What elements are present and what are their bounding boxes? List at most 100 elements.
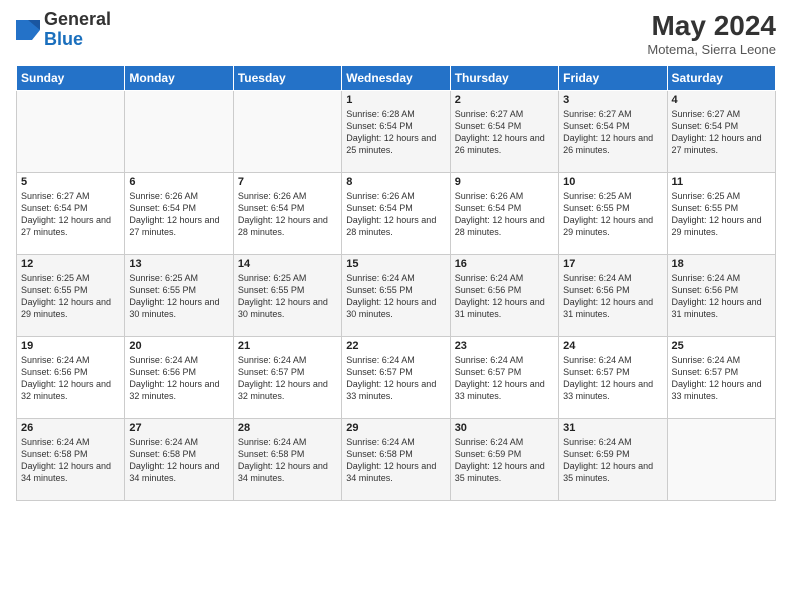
calendar: Sunday Monday Tuesday Wednesday Thursday… [16, 65, 776, 501]
calendar-cell-3-3: 22Sunrise: 6:24 AM Sunset: 6:57 PM Dayli… [342, 337, 450, 419]
day-info-18: Sunrise: 6:24 AM Sunset: 6:56 PM Dayligh… [672, 272, 771, 321]
day-info-6: Sunrise: 6:26 AM Sunset: 6:54 PM Dayligh… [129, 190, 228, 239]
page: General Blue May 2024 Motema, Sierra Leo… [0, 0, 792, 612]
calendar-cell-1-1: 6Sunrise: 6:26 AM Sunset: 6:54 PM Daylig… [125, 173, 233, 255]
day-info-3: Sunrise: 6:27 AM Sunset: 6:54 PM Dayligh… [563, 108, 662, 157]
header-saturday: Saturday [667, 66, 775, 91]
day-info-9: Sunrise: 6:26 AM Sunset: 6:54 PM Dayligh… [455, 190, 554, 239]
calendar-cell-3-2: 21Sunrise: 6:24 AM Sunset: 6:57 PM Dayli… [233, 337, 341, 419]
day-info-14: Sunrise: 6:25 AM Sunset: 6:55 PM Dayligh… [238, 272, 337, 321]
day-number-2: 2 [455, 94, 554, 106]
day-info-20: Sunrise: 6:24 AM Sunset: 6:56 PM Dayligh… [129, 354, 228, 403]
day-info-19: Sunrise: 6:24 AM Sunset: 6:56 PM Dayligh… [21, 354, 120, 403]
day-info-29: Sunrise: 6:24 AM Sunset: 6:58 PM Dayligh… [346, 436, 445, 485]
day-info-2: Sunrise: 6:27 AM Sunset: 6:54 PM Dayligh… [455, 108, 554, 157]
header-monday: Monday [125, 66, 233, 91]
day-number-8: 8 [346, 176, 445, 188]
calendar-cell-4-4: 30Sunrise: 6:24 AM Sunset: 6:59 PM Dayli… [450, 419, 558, 501]
day-number-14: 14 [238, 258, 337, 270]
header: General Blue May 2024 Motema, Sierra Leo… [16, 10, 776, 57]
calendar-cell-2-0: 12 Sunrise: 6:25 AM Sunset: 6:55 PM Dayli… [17, 255, 125, 337]
calendar-cell-1-3: 8 Sunrise: 6:26 AM Sunset: 6:54 PM Daylig… [342, 173, 450, 255]
calendar-body: 1 Sunrise: 6:28 AM Sunset: 6:54 PM Daylig… [17, 91, 776, 501]
logo-icon [16, 16, 40, 44]
calendar-cell-4-1: 27Sunrise: 6:24 AM Sunset: 6:58 PM Dayli… [125, 419, 233, 501]
calendar-cell-1-4: 9 Sunrise: 6:26 AM Sunset: 6:54 PM Daylig… [450, 173, 558, 255]
day-info-11: Sunrise: 6:25 AM Sunset: 6:55 PM Dayligh… [672, 190, 771, 239]
calendar-header: Sunday Monday Tuesday Wednesday Thursday… [17, 66, 776, 91]
day-number-10: 10 [563, 176, 662, 188]
calendar-cell-2-1: 13 Sunrise: 6:25 AM Sunset: 6:55 PM Dayli… [125, 255, 233, 337]
day-info-13: Sunrise: 6:25 AM Sunset: 6:55 PM Dayligh… [129, 272, 228, 321]
day-info-16: Sunrise: 6:24 AM Sunset: 6:56 PM Dayligh… [455, 272, 554, 321]
week-row-1: 5 Sunrise: 6:27 AM Sunset: 6:54 PM Daylig… [17, 173, 776, 255]
header-tuesday: Tuesday [233, 66, 341, 91]
day-info-30: Sunrise: 6:24 AM Sunset: 6:59 PM Dayligh… [455, 436, 554, 485]
day-number-20: 20 [129, 340, 228, 352]
day-number-24: 24 [563, 340, 662, 352]
calendar-cell-2-6: 18 Sunrise: 6:24 AM Sunset: 6:56 PM Dayli… [667, 255, 775, 337]
location: Motema, Sierra Leone [647, 42, 776, 57]
calendar-cell-4-3: 29 Sunrise: 6:24 AM Sunset: 6:58 PM Dayli… [342, 419, 450, 501]
day-number-19: 19 [21, 340, 120, 352]
day-info-26: Sunrise: 6:24 AM Sunset: 6:58 PM Dayligh… [21, 436, 120, 485]
month-year: May 2024 [647, 10, 776, 42]
day-info-27: Sunrise: 6:24 AM Sunset: 6:58 PM Dayligh… [129, 436, 228, 485]
day-number-26: 26 [21, 422, 120, 434]
calendar-cell-2-3: 15 Sunrise: 6:24 AM Sunset: 6:55 PM Dayli… [342, 255, 450, 337]
week-row-2: 12 Sunrise: 6:25 AM Sunset: 6:55 PM Dayli… [17, 255, 776, 337]
day-info-15: Sunrise: 6:24 AM Sunset: 6:55 PM Dayligh… [346, 272, 445, 321]
day-number-21: 21 [238, 340, 337, 352]
calendar-cell-3-4: 23 Sunrise: 6:24 AM Sunset: 6:57 PM Dayli… [450, 337, 558, 419]
day-info-7: Sunrise: 6:26 AM Sunset: 6:54 PM Dayligh… [238, 190, 337, 239]
day-number-23: 23 [455, 340, 554, 352]
day-info-8: Sunrise: 6:26 AM Sunset: 6:54 PM Dayligh… [346, 190, 445, 239]
day-info-31: Sunrise: 6:24 AM Sunset: 6:59 PM Dayligh… [563, 436, 662, 485]
day-number-15: 15 [346, 258, 445, 270]
header-sunday: Sunday [17, 66, 125, 91]
day-number-4: 4 [672, 94, 771, 106]
week-row-3: 19 Sunrise: 6:24 AM Sunset: 6:56 PM Dayli… [17, 337, 776, 419]
header-thursday: Thursday [450, 66, 558, 91]
calendar-cell-4-2: 28Sunrise: 6:24 AM Sunset: 6:58 PM Dayli… [233, 419, 341, 501]
day-number-18: 18 [672, 258, 771, 270]
title-block: May 2024 Motema, Sierra Leone [647, 10, 776, 57]
day-info-5: Sunrise: 6:27 AM Sunset: 6:54 PM Dayligh… [21, 190, 120, 239]
day-number-3: 3 [563, 94, 662, 106]
calendar-cell-0-5: 3 Sunrise: 6:27 AM Sunset: 6:54 PM Daylig… [559, 91, 667, 173]
day-info-23: Sunrise: 6:24 AM Sunset: 6:57 PM Dayligh… [455, 354, 554, 403]
calendar-cell-0-2 [233, 91, 341, 173]
day-number-5: 5 [21, 176, 120, 188]
calendar-cell-0-4: 2 Sunrise: 6:27 AM Sunset: 6:54 PM Daylig… [450, 91, 558, 173]
day-info-1: Sunrise: 6:28 AM Sunset: 6:54 PM Dayligh… [346, 108, 445, 157]
day-number-13: 13 [129, 258, 228, 270]
day-number-31: 31 [563, 422, 662, 434]
day-info-25: Sunrise: 6:24 AM Sunset: 6:57 PM Dayligh… [672, 354, 771, 403]
calendar-cell-0-3: 1 Sunrise: 6:28 AM Sunset: 6:54 PM Daylig… [342, 91, 450, 173]
day-number-29: 29 [346, 422, 445, 434]
calendar-cell-1-0: 5 Sunrise: 6:27 AM Sunset: 6:54 PM Daylig… [17, 173, 125, 255]
day-number-7: 7 [238, 176, 337, 188]
calendar-cell-1-5: 10Sunrise: 6:25 AM Sunset: 6:55 PM Dayli… [559, 173, 667, 255]
day-number-1: 1 [346, 94, 445, 106]
calendar-cell-1-2: 7 Sunrise: 6:26 AM Sunset: 6:54 PM Daylig… [233, 173, 341, 255]
day-headers-row: Sunday Monday Tuesday Wednesday Thursday… [17, 66, 776, 91]
calendar-cell-1-6: 11 Sunrise: 6:25 AM Sunset: 6:55 PM Dayli… [667, 173, 775, 255]
day-info-4: Sunrise: 6:27 AM Sunset: 6:54 PM Dayligh… [672, 108, 771, 157]
calendar-cell-3-5: 24Sunrise: 6:24 AM Sunset: 6:57 PM Dayli… [559, 337, 667, 419]
day-number-12: 12 [21, 258, 120, 270]
day-number-16: 16 [455, 258, 554, 270]
calendar-cell-2-2: 14 Sunrise: 6:25 AM Sunset: 6:55 PM Dayli… [233, 255, 341, 337]
day-info-12: Sunrise: 6:25 AM Sunset: 6:55 PM Dayligh… [21, 272, 120, 321]
day-number-17: 17 [563, 258, 662, 270]
calendar-cell-2-4: 16 Sunrise: 6:24 AM Sunset: 6:56 PM Dayli… [450, 255, 558, 337]
day-info-28: Sunrise: 6:24 AM Sunset: 6:58 PM Dayligh… [238, 436, 337, 485]
calendar-cell-0-6: 4 Sunrise: 6:27 AM Sunset: 6:54 PM Daylig… [667, 91, 775, 173]
day-info-17: Sunrise: 6:24 AM Sunset: 6:56 PM Dayligh… [563, 272, 662, 321]
week-row-4: 26 Sunrise: 6:24 AM Sunset: 6:58 PM Dayli… [17, 419, 776, 501]
calendar-cell-4-5: 31 Sunrise: 6:24 AM Sunset: 6:59 PM Dayli… [559, 419, 667, 501]
day-number-9: 9 [455, 176, 554, 188]
logo: General Blue [16, 10, 111, 50]
day-number-11: 11 [672, 176, 771, 188]
day-number-22: 22 [346, 340, 445, 352]
